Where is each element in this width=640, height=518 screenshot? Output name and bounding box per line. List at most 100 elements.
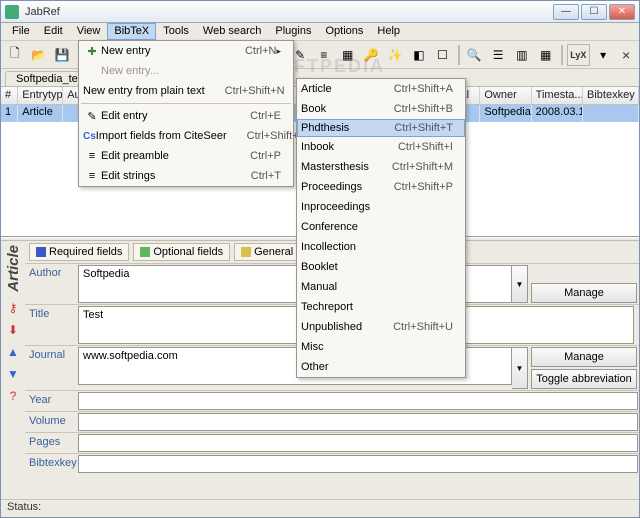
manage-journal-button[interactable]: Manage (531, 347, 637, 367)
sub-conference[interactable]: Conference (297, 217, 465, 237)
cell-timestamp: 2008.03.14 (532, 105, 583, 122)
menu-bibtex[interactable]: BibTeX (107, 23, 156, 40)
cell-num: 1 (1, 105, 18, 122)
status-bar: Status: (1, 499, 639, 517)
author-dropdown-icon[interactable]: ▼ (512, 265, 528, 303)
new-db-icon[interactable]: 🗋 (4, 44, 26, 66)
sub-techreport[interactable]: Techreport (297, 297, 465, 317)
menu-edit-strings[interactable]: ≡Edit stringsCtrl+T (79, 166, 293, 186)
open-icon[interactable]: 📂 (28, 44, 50, 66)
menu-edit-entry[interactable]: ✎Edit entryCtrl+E (79, 106, 293, 126)
entry-type-submenu: ArticleCtrl+Shift+A BookCtrl+Shift+B Phd… (296, 78, 466, 378)
sub-unpublished[interactable]: UnpublishedCtrl+Shift+U (297, 317, 465, 337)
menubar: File Edit View BibTeX Tools Web search P… (1, 23, 639, 41)
groups-icon[interactable]: ▦ (337, 44, 359, 66)
col-bibtexkey[interactable]: Bibtexkey (583, 87, 639, 104)
menu-file[interactable]: File (5, 23, 37, 40)
manage-author-button[interactable]: Manage (531, 283, 637, 303)
menu-tools[interactable]: Tools (156, 23, 196, 40)
tab-general[interactable]: General (234, 243, 300, 261)
sub-manual[interactable]: Manual (297, 277, 465, 297)
lyx-button[interactable]: LyX (567, 44, 591, 66)
submenu-arrow-icon: ▸ (276, 46, 281, 57)
sub-book[interactable]: BookCtrl+Shift+B (297, 99, 465, 119)
col-entrytype[interactable]: Entrytype (18, 87, 63, 104)
journal-dropdown-icon[interactable]: ▼ (512, 347, 528, 389)
menu-new-entry[interactable]: ✚New entryCtrl+N▸ (79, 41, 293, 61)
menu-plugins[interactable]: Plugins (268, 23, 318, 40)
entry-type-label: Article (5, 241, 22, 296)
maximize-button[interactable]: ☐ (581, 4, 607, 20)
next-entry-icon[interactable]: ▼ (5, 366, 21, 382)
bibtex-menu: ✚New entryCtrl+N▸ New entry... New entry… (78, 40, 294, 187)
toggle-abbrev-button[interactable]: Toggle abbreviation (531, 369, 637, 389)
wand-icon[interactable]: ✨ (384, 44, 406, 66)
col-num[interactable]: # (1, 87, 18, 104)
year-field[interactable] (78, 392, 638, 410)
menu-import-citeseer[interactable]: CsImport fields from CiteSeerCtrl+Shift+… (79, 126, 293, 146)
tab-optional[interactable]: Optional fields (133, 243, 230, 261)
help-icon[interactable]: ? (5, 388, 21, 404)
menu-help[interactable]: Help (370, 23, 407, 40)
cell-bibtexkey (583, 105, 639, 122)
strings-icon[interactable]: ≡ (313, 44, 335, 66)
titlebar: JabRef — ☐ ✕ (1, 1, 639, 23)
search-icon[interactable]: 🔍 (464, 44, 486, 66)
col-timestamp[interactable]: Timesta... (532, 87, 583, 104)
sub-other[interactable]: Other (297, 357, 465, 377)
unmark-icon[interactable]: ☐ (432, 44, 454, 66)
sub-misc[interactable]: Misc (297, 337, 465, 357)
col-owner[interactable]: Owner (480, 87, 531, 104)
cell-owner: Softpedia (480, 105, 531, 122)
sub-phdthesis[interactable]: PhdthesisCtrl+Shift+T (297, 119, 465, 137)
sub-masters[interactable]: MastersthesisCtrl+Shift+M (297, 157, 465, 177)
save-icon[interactable]: 💾 (52, 44, 74, 66)
panel-icon[interactable]: ▦ (535, 44, 557, 66)
menu-websearch[interactable]: Web search (196, 23, 269, 40)
toolbar-close-icon[interactable]: × (616, 47, 636, 63)
bibtexkey-label: Bibtexkey (25, 454, 77, 474)
menu-edit-preamble[interactable]: ≡Edit preambleCtrl+P (79, 146, 293, 166)
author-label: Author (25, 264, 77, 304)
close-button[interactable]: ✕ (609, 4, 635, 20)
window-title: JabRef (25, 6, 553, 18)
pencil-icon: ✎ (83, 110, 101, 123)
pages-label: Pages (25, 433, 77, 453)
bibtexkey-field[interactable] (78, 455, 638, 473)
pdf-icon[interactable]: ⬇ (5, 322, 21, 338)
push-icon[interactable]: ▾ (592, 44, 614, 66)
mark-icon[interactable]: ◧ (408, 44, 430, 66)
volume-label: Volume (25, 412, 77, 432)
menu-new-plain[interactable]: New entry from plain textCtrl+Shift+N (79, 81, 293, 101)
sub-inbook[interactable]: InbookCtrl+Shift+I (297, 137, 465, 157)
pages-field[interactable] (78, 434, 638, 452)
app-icon (5, 5, 19, 19)
journal-label: Journal (25, 346, 77, 390)
key-icon[interactable]: 🔑 (361, 44, 383, 66)
toggle-icon[interactable]: ▥ (511, 44, 533, 66)
separator (561, 45, 563, 65)
prev-entry-icon[interactable]: ▲ (5, 344, 21, 360)
tab-required[interactable]: Required fields (29, 243, 129, 261)
minimize-button[interactable]: — (553, 4, 579, 20)
menu-edit[interactable]: Edit (37, 23, 70, 40)
menu-separator (81, 103, 291, 104)
plus-icon: ✚ (83, 45, 101, 58)
menu-new-entry-dialog: New entry... (79, 61, 293, 81)
menu-options[interactable]: Options (318, 23, 370, 40)
menu-view[interactable]: View (70, 23, 108, 40)
title-label: Title (25, 305, 77, 345)
strings-icon: ≡ (83, 170, 101, 182)
sub-proceedings[interactable]: ProceedingsCtrl+Shift+P (297, 177, 465, 197)
year-label: Year (25, 391, 77, 411)
volume-field[interactable] (78, 413, 638, 431)
sub-booklet[interactable]: Booklet (297, 257, 465, 277)
sub-inproceedings[interactable]: Inproceedings (297, 197, 465, 217)
cell-type: Article (18, 105, 63, 122)
generate-key-icon[interactable]: ⚷ (5, 300, 21, 316)
sub-incollection[interactable]: Incollection (297, 237, 465, 257)
sub-article[interactable]: ArticleCtrl+Shift+A (297, 79, 465, 99)
preamble-icon: ≡ (83, 150, 101, 162)
preview-icon[interactable]: ☰ (487, 44, 509, 66)
separator (458, 45, 460, 65)
